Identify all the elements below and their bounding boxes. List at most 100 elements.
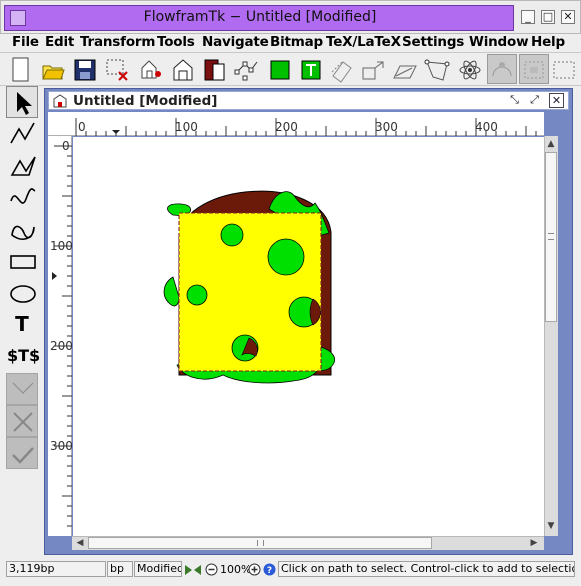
- front-button[interactable]: [200, 54, 230, 84]
- window-title-bar[interactable]: FlowframTk − Untitled [Modified] _ □ ✕: [0, 0, 581, 34]
- unit-readout[interactable]: bp: [107, 561, 133, 577]
- close-document-button[interactable]: ✕: [549, 93, 564, 108]
- pattern-button[interactable]: [487, 54, 517, 84]
- text-color-button[interactable]: [296, 54, 326, 84]
- vertical-scroll-thumb[interactable]: [545, 152, 557, 322]
- menu-window[interactable]: Window: [469, 34, 529, 50]
- zoom-fit-icon: [185, 565, 201, 575]
- hole-1[interactable]: [220, 223, 244, 247]
- zoom-out-button[interactable]: [205, 563, 219, 577]
- menu-navigate[interactable]: Navigate: [202, 34, 269, 50]
- grid-icon: [173, 59, 193, 81]
- zoom-level[interactable]: 100%: [220, 563, 251, 576]
- blob-left[interactable]: [163, 276, 180, 307]
- hthumb-grip: [257, 540, 264, 546]
- v-tick-300: 300: [50, 439, 73, 453]
- open-icon: [42, 65, 65, 80]
- open-curve-icon: [10, 188, 36, 204]
- menu-tools[interactable]: Tools: [157, 34, 195, 50]
- zoom-tools[interactable]: [184, 563, 202, 577]
- rotate-icon: [331, 61, 352, 83]
- open-line-tool[interactable]: [6, 117, 38, 149]
- math-text-icon: $T$: [7, 346, 41, 365]
- menu-help[interactable]: Help: [531, 34, 565, 50]
- horizontal-ruler: 0 100 200 300 400: [48, 112, 544, 136]
- menu-file[interactable]: File: [12, 34, 39, 50]
- scroll-down-arrow[interactable]: ▼: [545, 520, 557, 532]
- scroll-left-arrow[interactable]: ◀: [74, 537, 86, 549]
- checkmark-icon: [12, 447, 34, 464]
- atom-button[interactable]: [455, 54, 485, 84]
- select-tool[interactable]: [6, 86, 38, 118]
- grid-button[interactable]: [168, 54, 198, 84]
- math-text-tool[interactable]: $T$: [6, 341, 41, 373]
- edit-path-button[interactable]: [232, 54, 262, 84]
- scroll-right-arrow[interactable]: ▶: [528, 537, 540, 549]
- document-title: Untitled [Modified]: [73, 93, 218, 109]
- zoom-out-icon: [205, 563, 218, 576]
- close-button[interactable]: ✕: [561, 10, 575, 24]
- toolbar: [0, 52, 581, 86]
- help-button[interactable]: ?: [263, 563, 277, 577]
- move-icon: [141, 60, 161, 79]
- open-curve-tool[interactable]: [6, 181, 38, 213]
- disabled-tool-2[interactable]: [6, 405, 38, 437]
- open-line-icon: [10, 122, 35, 144]
- svg-text:?: ?: [267, 566, 272, 576]
- text-tool[interactable]: T: [6, 309, 38, 341]
- title-area[interactable]: FlowframTk − Untitled [Modified]: [4, 5, 514, 31]
- horizontal-scroll-thumb[interactable]: [88, 537, 432, 549]
- distort-icon: [424, 59, 450, 81]
- fill-color-button[interactable]: [265, 54, 295, 84]
- select-area-button[interactable]: [103, 54, 133, 84]
- menu-transform[interactable]: Transform: [80, 34, 155, 50]
- menu-bitmap[interactable]: Bitmap: [270, 34, 323, 50]
- document-title-bar[interactable]: Untitled [Modified] ⤡ ⤢ ✕: [48, 91, 569, 110]
- drawing-canvas[interactable]: [73, 137, 544, 536]
- scale-icon: [362, 61, 384, 80]
- h-tick-200: 200: [275, 120, 298, 134]
- closed-line-icon: [10, 156, 36, 176]
- hole-3[interactable]: [186, 284, 208, 306]
- new-icon: [12, 57, 29, 82]
- rectangle-tool[interactable]: [6, 245, 38, 277]
- distort-button[interactable]: [422, 54, 452, 84]
- new-button[interactable]: [6, 54, 36, 84]
- position-readout: 3,119bp: [6, 561, 106, 577]
- move-button[interactable]: [136, 54, 166, 84]
- more-tools-button[interactable]: [550, 54, 580, 84]
- open-button[interactable]: [38, 54, 68, 84]
- document-icon: [53, 94, 67, 108]
- closed-curve-icon: [11, 225, 35, 240]
- maximize-document-button[interactable]: ⤢: [527, 93, 542, 108]
- cross-icon: [13, 412, 33, 432]
- h-tick-100: 100: [175, 120, 198, 134]
- rotate-button[interactable]: [327, 54, 357, 84]
- hole-2[interactable]: [267, 238, 305, 276]
- disabled-tool-3[interactable]: [6, 437, 38, 469]
- bitmap-button[interactable]: [519, 54, 549, 84]
- ellipse-icon: [10, 285, 36, 303]
- menu-edit[interactable]: Edit: [45, 34, 74, 50]
- v-tick-100: 100: [50, 239, 73, 253]
- closed-curve-tool[interactable]: [6, 213, 38, 245]
- rectangle-icon: [10, 255, 36, 269]
- cheese-drawing[interactable]: [73, 137, 544, 536]
- maximize-button[interactable]: □: [541, 10, 555, 24]
- vertical-ruler-ticks: [52, 145, 72, 527]
- iconify-button[interactable]: ⤡: [507, 93, 522, 108]
- closed-line-tool[interactable]: [6, 149, 38, 181]
- scale-button[interactable]: [359, 54, 389, 84]
- zoom-in-button[interactable]: [248, 563, 262, 577]
- ellipse-tool[interactable]: [6, 277, 38, 309]
- zoom-in-icon: [248, 563, 261, 576]
- menu-texlatex[interactable]: TeX/LaTeX: [326, 34, 401, 50]
- minimize-button[interactable]: _: [521, 10, 535, 24]
- scroll-up-arrow[interactable]: ▲: [545, 138, 557, 150]
- h-tick-300: 300: [375, 120, 398, 134]
- v-tick-0: 0: [62, 139, 70, 153]
- save-button[interactable]: [70, 54, 100, 84]
- disabled-tool-1[interactable]: [6, 373, 38, 405]
- menu-settings[interactable]: Settings: [402, 34, 464, 50]
- shear-button[interactable]: [390, 54, 420, 84]
